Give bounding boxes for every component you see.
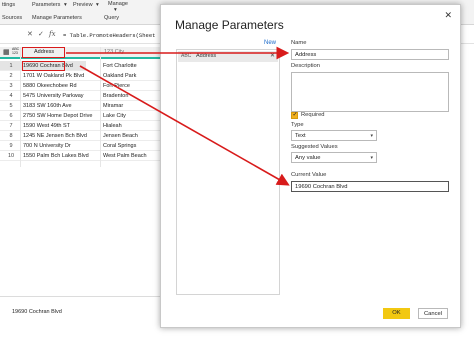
ribbon-preview-button[interactable]: Preview xyxy=(73,2,93,8)
table-row[interactable]: 2 1701 W Oakland Pk Blvd Oakland Park xyxy=(0,71,176,81)
address-cell[interactable]: 1245 NE Jensen Bch Blvd xyxy=(23,133,87,139)
city-cell[interactable]: Fort Pierce xyxy=(103,83,130,89)
type-abc123-icon[interactable]: ABC 123 xyxy=(12,47,19,55)
parameter-list-item-label: Address xyxy=(196,53,217,59)
dialog-title: Manage Parameters xyxy=(175,18,284,32)
chevron-down-icon[interactable]: ▾ xyxy=(64,2,67,8)
row-number: 1 xyxy=(9,63,13,69)
address-cell[interactable]: 2750 SW Home Depot Drive xyxy=(23,113,92,119)
table-row[interactable]: 9 700 N University Dr Coral Springs xyxy=(0,141,176,151)
chevron-down-icon: ▾ xyxy=(370,133,373,139)
cancel-button[interactable]: Cancel xyxy=(418,308,448,319)
suggested-values-value: Any value xyxy=(295,155,321,161)
description-label: Description xyxy=(291,63,320,69)
row-number: 7 xyxy=(9,123,13,129)
address-cell[interactable]: 1590 West 49th ST xyxy=(23,123,70,129)
address-cell[interactable]: 5880 Okeechobee Rd xyxy=(23,83,77,89)
row-number: 5 xyxy=(9,103,13,109)
value-preview-text: 19690 Cochran Blvd xyxy=(12,309,62,315)
address-cell[interactable]: 1550 Palm Bch Lakes Blvd xyxy=(23,153,89,159)
suggested-values-select[interactable]: Any value ▾ xyxy=(291,152,377,163)
delete-parameter-icon[interactable]: ✕ xyxy=(270,52,275,59)
chevron-down-icon[interactable]: ▾ xyxy=(114,7,117,13)
city-cell[interactable]: Miramar xyxy=(103,103,123,109)
city-cell[interactable]: Bradenton xyxy=(103,93,128,99)
type-select[interactable]: Text ▾ xyxy=(291,130,377,141)
parameter-list-item[interactable]: ABC Address ✕ xyxy=(178,51,278,62)
ribbon-group-sources: Sources xyxy=(2,15,23,21)
ribbon-group-query: Query xyxy=(104,15,119,21)
table-row[interactable]: 7 1590 West 49th ST Hialeah xyxy=(0,121,176,131)
annotation-highlight-header xyxy=(22,47,65,58)
table-row[interactable]: 3 5880 Okeechobee Rd Fort Pierce xyxy=(0,81,176,91)
cancel-icon[interactable]: ✕ xyxy=(27,30,33,38)
checkmark-icon: ✓ xyxy=(292,112,298,118)
row-number: 9 xyxy=(9,143,13,149)
required-checkbox[interactable]: ✓ xyxy=(291,112,298,119)
ribbon-settings-tab[interactable]: ttings xyxy=(2,2,15,8)
grid-divider xyxy=(100,47,101,167)
description-input[interactable] xyxy=(291,72,449,112)
row-number: 3 xyxy=(9,83,13,89)
fx-icon[interactable]: fx xyxy=(49,30,56,38)
chevron-down-icon: ▾ xyxy=(370,155,373,161)
grid-divider xyxy=(20,47,21,167)
row-number: 2 xyxy=(9,73,13,79)
city-cell[interactable]: Oakland Park xyxy=(103,73,136,79)
type-label: Type xyxy=(291,122,304,128)
text-type-icon: ABC xyxy=(181,53,192,59)
address-cell[interactable]: 5475 University Parkway xyxy=(23,93,84,99)
table-row[interactable]: 8 1245 NE Jensen Bch Blvd Jensen Beach xyxy=(0,131,176,141)
ok-button[interactable]: OK xyxy=(383,308,410,319)
city-cell[interactable]: Lake City xyxy=(103,113,126,119)
column-header-city[interactable]: 123 City xyxy=(104,49,124,55)
city-cell[interactable]: Hialeah xyxy=(103,123,122,129)
close-icon[interactable]: ✕ xyxy=(444,10,452,21)
address-cell[interactable]: 3183 SW 160th Ave xyxy=(23,103,72,109)
city-cell[interactable]: Coral Springs xyxy=(103,143,136,149)
suggested-values-label: Suggested Values xyxy=(291,144,338,150)
current-value-input[interactable]: 19690 Cochran Blvd xyxy=(291,181,449,192)
table-row[interactable]: 6 2750 SW Home Depot Drive Lake City xyxy=(0,111,176,121)
accept-icon[interactable]: ✓ xyxy=(38,30,44,38)
ribbon-manage-button[interactable]: Manage xyxy=(108,1,128,7)
formula-input[interactable]: = Table.PromoteHeaders(Sheet xyxy=(63,32,155,39)
type-select-value: Text xyxy=(295,133,306,139)
name-label: Name xyxy=(291,40,307,46)
name-input[interactable]: Address xyxy=(291,49,449,60)
parameter-list: ABC Address ✕ xyxy=(176,49,280,295)
ribbon-parameters-button[interactable]: Parameters xyxy=(32,2,60,8)
table-row[interactable]: 5 3183 SW 160th Ave Miramar xyxy=(0,101,176,111)
row-number: 4 xyxy=(9,93,13,99)
row-number: 6 xyxy=(9,113,13,119)
address-cell[interactable]: 1701 W Oakland Pk Blvd xyxy=(23,73,84,79)
table-menu-icon[interactable]: ▦ xyxy=(3,48,10,56)
current-value-label: Current Value xyxy=(291,172,327,178)
value-preview-pane: 19690 Cochran Blvd xyxy=(0,296,180,345)
city-cell[interactable]: Fort Charlotte xyxy=(103,63,137,69)
table-row[interactable]: 10 1550 Palm Bch Lakes Blvd West Palm Beac… xyxy=(0,151,176,161)
new-parameter-link[interactable]: New xyxy=(264,40,276,46)
address-cell[interactable]: 700 N University Dr xyxy=(23,143,71,149)
city-cell[interactable]: West Palm Beach xyxy=(103,153,147,159)
row-number: 10 xyxy=(7,153,15,159)
row-number: 8 xyxy=(9,133,13,139)
ribbon-group-manage-parameters: Manage Parameters xyxy=(32,15,82,21)
manage-parameters-dialog: Manage Parameters ✕ New ABC Address ✕ Na… xyxy=(160,4,461,328)
city-cell[interactable]: Jensen Beach xyxy=(103,133,138,139)
required-label: Required xyxy=(301,112,325,118)
chevron-down-icon[interactable]: ▾ xyxy=(96,2,99,8)
table-row[interactable]: 4 5475 University Parkway Bradenton xyxy=(0,91,176,101)
annotation-highlight-cell xyxy=(22,61,65,71)
